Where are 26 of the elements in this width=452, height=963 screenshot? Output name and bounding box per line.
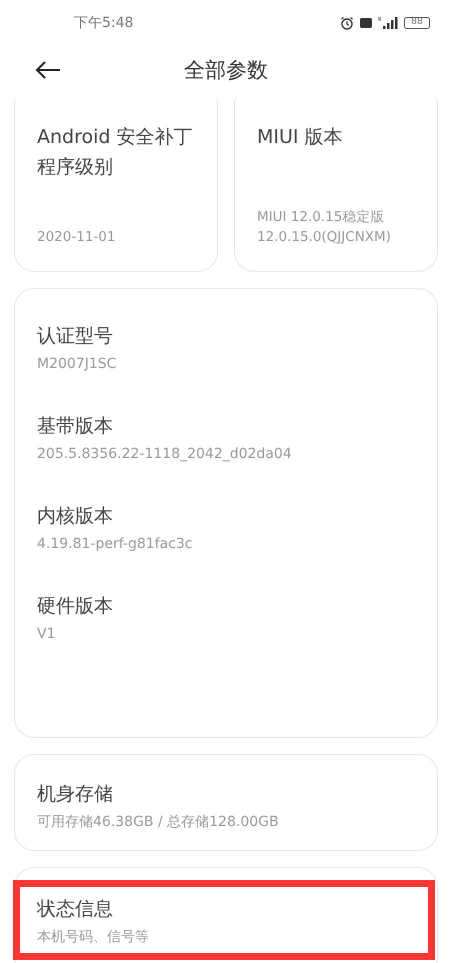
signal-icon (378, 16, 398, 28)
card-value: 2020-11-01 (37, 228, 116, 247)
item-value: 4.19.81-perf-g81fac3c (37, 535, 192, 553)
info-card[interactable]: MIUI 版本 MIUI 12.0.15稳定版 12.0.15.0(QJJCNXM) (234, 95, 438, 272)
item-value: M2007J1SC (37, 355, 116, 373)
item-value: 可用存储46.38GB / 总存储128.00GB (37, 813, 279, 831)
item-label: 硬件版本 (37, 594, 113, 619)
item-label: 内核版本 (37, 504, 113, 529)
info-card[interactable]: Android 安全补丁程序级别 2020-11-01 (14, 95, 218, 272)
back-arrow-icon[interactable] (35, 61, 61, 79)
item-label: 基带版本 (37, 414, 113, 439)
item-label: 机身存储 (37, 782, 113, 807)
status-info-card[interactable]: 状态信息 本机号码、信号等 (14, 867, 438, 963)
item-label: 认证型号 (37, 324, 113, 349)
storage-card[interactable]: 机身存储 可用存储46.38GB / 总存储128.00GB (14, 754, 438, 851)
alarm-icon (340, 16, 354, 30)
page-title: 全部参数 (184, 57, 268, 84)
card-title: Android 安全补丁程序级别 (37, 125, 194, 180)
battery-icon: 88 (404, 16, 430, 28)
item-value: V1 (37, 625, 56, 643)
item-value: 本机号码、信号等 (37, 928, 149, 946)
status-time: 下午5:48 (74, 14, 134, 32)
card-value: MIUI 12.0.15稳定版 12.0.15.0(QJJCNXM) (257, 208, 392, 247)
item-value: 205.5.8356.22-1118_2042_d02da04 (37, 445, 292, 463)
item-label: 状态信息 (37, 897, 113, 922)
card-title: MIUI 版本 (257, 125, 344, 150)
